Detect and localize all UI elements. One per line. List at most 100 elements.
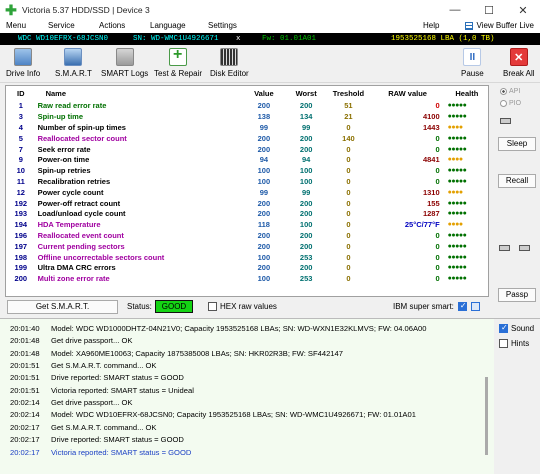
table-row[interactable]: 12 Power cycle count 99 99 0 1310 ●●●● xyxy=(6,187,488,198)
table-row[interactable]: 10 Spin-up retries 100 100 0 0 ●●●●● xyxy=(6,166,488,177)
pause-button[interactable]: II Pause xyxy=(461,48,484,78)
log-entry: 20:02:14 Get drive passport... OK xyxy=(10,398,132,407)
cell-name: Number of spin-up times xyxy=(37,122,126,132)
title-bar: ✚ Victoria 5.37 HDD/SSD | Device 3 — ☐ ✕ xyxy=(0,0,540,20)
api-radio[interactable]: API xyxy=(500,88,520,95)
table-row[interactable]: 197 Current pending sectors 200 200 0 0 ●●●●● xyxy=(6,241,488,252)
cell-treshold: 140 xyxy=(342,133,355,143)
cell-treshold: 0 xyxy=(346,230,351,240)
table-row[interactable]: 194 HDA Temperature 118 100 0 25°C/77°F ●●●● xyxy=(6,220,488,231)
close-button[interactable]: ✕ xyxy=(506,0,540,20)
table-row[interactable]: 7 Seek error rate 200 200 0 0 ●●●●● xyxy=(6,144,488,155)
cell-name: Reallocated event count xyxy=(37,230,124,240)
col-treshold[interactable]: Treshold xyxy=(327,86,369,101)
passp-button[interactable]: Passp xyxy=(498,288,536,302)
cell-raw: 0 xyxy=(435,252,440,262)
disk-editor-button[interactable]: Disk Editor xyxy=(210,48,249,78)
smart-logs-button[interactable]: SMART Logs xyxy=(101,48,148,78)
cell-value: 138 xyxy=(257,112,271,122)
log-entry: 20:02:17 Get S.M.A.R.T. command... OK xyxy=(10,423,157,432)
hex-checkbox-box[interactable] xyxy=(208,302,217,311)
device-model[interactable]: WDC WD10EFRX-68JCSN0 xyxy=(18,33,108,45)
left-indicator[interactable] xyxy=(499,245,510,251)
hex-raw-checkbox[interactable]: HEX raw values xyxy=(208,302,277,311)
cell-treshold: 0 xyxy=(346,166,351,176)
table-row[interactable]: 1 Raw read error rate 200 200 51 0 ●●●●● xyxy=(6,101,488,112)
drive-info-button[interactable]: Drive Info xyxy=(6,48,40,78)
log-time: 20:02:17 xyxy=(10,422,40,432)
ibm-chart-icon[interactable] xyxy=(470,302,480,311)
cell-name: Current pending sectors xyxy=(37,241,125,251)
cell-raw: 1310 xyxy=(422,187,440,197)
table-row[interactable]: 196 Reallocated event count 200 200 0 0 ●●●●● xyxy=(6,231,488,242)
table-row[interactable]: 4 Number of spin-up times 99 99 0 1443 ●●●● xyxy=(6,123,488,134)
get-smart-button[interactable]: Get S.M.A.R.T. xyxy=(7,300,118,314)
pio-label: PIO xyxy=(509,100,522,107)
menu-item-menu[interactable]: Menu xyxy=(6,21,26,30)
cell-health: ●●●● xyxy=(447,156,463,164)
table-row[interactable]: 3 Spin-up time 138 134 21 4100 ●●●●● xyxy=(6,112,488,123)
device-close[interactable]: x xyxy=(236,33,241,45)
menu-item-language[interactable]: Language xyxy=(150,21,186,30)
api-label: API xyxy=(509,88,521,95)
cell-raw: 0 xyxy=(435,230,440,240)
table-row[interactable]: 9 Power-on time 94 94 0 4841 ●●●● xyxy=(6,155,488,166)
menu-item-settings[interactable]: Settings xyxy=(208,21,237,30)
col-value[interactable]: Value xyxy=(243,86,285,101)
cell-value: 200 xyxy=(257,198,271,208)
menu-item-help[interactable]: Help xyxy=(423,21,439,30)
cell-value: 200 xyxy=(257,241,271,251)
table-row[interactable]: 193 Load/unload cycle count 200 200 0 1287 ●●●… xyxy=(6,209,488,220)
maximize-button[interactable]: ☐ xyxy=(472,0,506,20)
ibm-checkbox[interactable] xyxy=(457,301,467,311)
test-repair-label: Test & Repair xyxy=(154,69,203,78)
col-name[interactable]: Name xyxy=(36,86,243,101)
table-row[interactable]: 198 Offline uncorrectable sectors count 10… xyxy=(6,252,488,263)
pio-radio[interactable]: PIO xyxy=(500,100,521,107)
table-row[interactable]: 5 Reallocated sector count 200 200 140 0 ●●●●● xyxy=(6,133,488,144)
col-worst[interactable]: Worst xyxy=(285,86,327,101)
sound-checkbox-box[interactable] xyxy=(499,323,508,333)
log-time: 20:02:17 xyxy=(10,447,40,457)
sound-checkbox[interactable]: Sound xyxy=(499,323,534,333)
test-repair-button[interactable]: Test & Repair xyxy=(154,46,203,78)
view-buffer-live[interactable]: View Buffer Live xyxy=(465,21,534,30)
table-row[interactable]: 11 Recalibration retries 100 100 0 0 ●●●●● xyxy=(6,177,488,188)
api-radio-dot[interactable] xyxy=(500,88,507,95)
menu-item-actions[interactable]: Actions xyxy=(99,21,125,30)
sleep-button[interactable]: Sleep xyxy=(498,137,536,151)
menu-item-service[interactable]: Service xyxy=(48,21,75,30)
cell-value: 100 xyxy=(257,274,271,284)
log-entry: 20:02:17 Victoria reported: SMART status … xyxy=(10,448,191,457)
pio-radio-dot[interactable] xyxy=(500,100,507,107)
log-scrollbar[interactable] xyxy=(485,377,488,455)
cell-id: 1 xyxy=(18,101,23,111)
table-row[interactable]: 200 Multi zone error rate 100 253 0 0 ●●●●● xyxy=(6,274,488,285)
cell-id: 199 xyxy=(14,263,28,273)
col-id[interactable]: ID xyxy=(6,86,36,101)
cell-raw: 0 xyxy=(435,133,440,143)
table-row[interactable]: 192 Power-off retract count 200 200 0 155 ●●●●… xyxy=(6,198,488,209)
smart-button[interactable]: S.M.A.R.T xyxy=(55,48,92,78)
right-panel: API PIO Sleep Recall Passp xyxy=(492,85,540,315)
cell-raw: 0 xyxy=(435,263,440,273)
right-indicator[interactable] xyxy=(519,245,530,251)
cell-treshold: 0 xyxy=(346,144,351,154)
menu-bar: Menu Service Actions Language Settings H… xyxy=(0,20,540,33)
cell-raw: 0 xyxy=(435,176,440,186)
break-icon: ✕ xyxy=(509,48,528,66)
hints-checkbox[interactable]: Hints xyxy=(499,339,529,348)
recall-button[interactable]: Recall xyxy=(498,174,536,188)
break-all-button[interactable]: ✕ Break All xyxy=(503,48,535,78)
col-health[interactable]: Health xyxy=(446,86,488,101)
hints-checkbox-box[interactable] xyxy=(499,339,508,348)
cell-id: 198 xyxy=(14,252,28,262)
cell-treshold: 0 xyxy=(346,198,351,208)
cell-raw: 0 xyxy=(435,166,440,176)
table-row[interactable]: 199 Ultra DMA CRC errors 200 200 0 0 ●●●●● xyxy=(6,263,488,274)
smart-table: ID Name Value Worst Treshold RAW value H… xyxy=(6,86,488,285)
cell-treshold: 0 xyxy=(346,209,351,219)
log-message: Victoria reported: SMART status = GOOD xyxy=(51,447,192,457)
col-raw[interactable]: RAW value xyxy=(370,86,446,101)
minimize-button[interactable]: — xyxy=(438,0,472,20)
